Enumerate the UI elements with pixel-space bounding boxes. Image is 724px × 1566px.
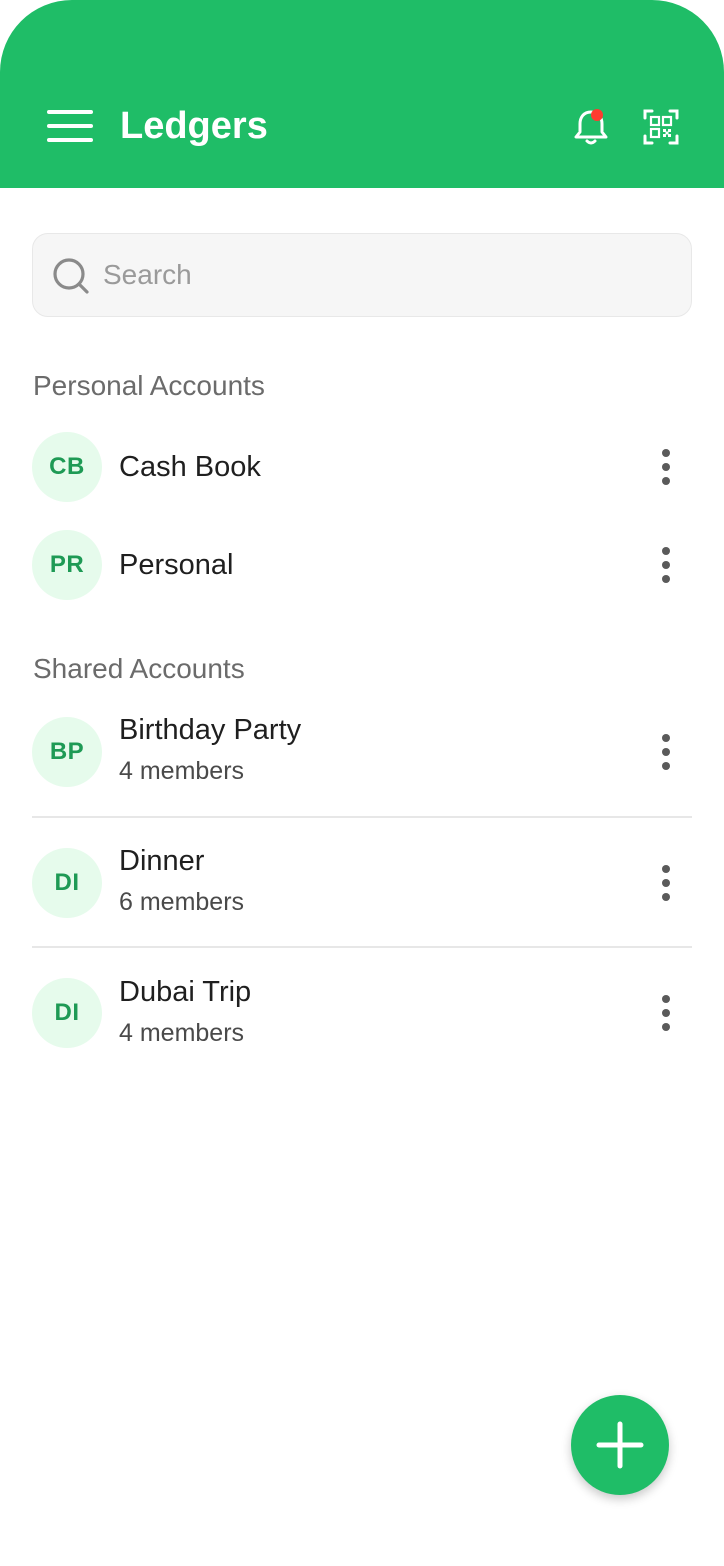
account-row-birthday-party[interactable]: BP Birthday Party 4 members: [32, 712, 692, 792]
account-name: Personal: [119, 549, 234, 581]
ledgers-screen: Ledgers Search Personal Accounts CB Cash…: [0, 0, 724, 1566]
account-row-dinner[interactable]: DI Dinner 6 members: [32, 843, 692, 923]
account-name: Dubai Trip: [119, 976, 252, 1008]
search-icon: [53, 258, 89, 294]
avatar: CB: [32, 432, 102, 502]
menu-button[interactable]: [40, 102, 100, 150]
avatar: DI: [32, 848, 102, 918]
kebab-menu-icon: [662, 995, 670, 1003]
notifications-button[interactable]: [568, 104, 614, 150]
app-header: Ledgers: [0, 0, 724, 188]
divider: [32, 816, 692, 818]
member-count: 4 members: [119, 1019, 245, 1047]
bell-icon: [574, 109, 608, 145]
more-options-button[interactable]: [652, 860, 680, 906]
more-options-button[interactable]: [652, 729, 680, 775]
scan-qr-button[interactable]: [638, 104, 684, 150]
qr-scan-icon: [643, 109, 679, 145]
kebab-menu-icon: [662, 449, 670, 457]
account-name: Cash Book: [119, 451, 261, 483]
more-options-button[interactable]: [652, 990, 680, 1036]
shared-accounts-heading: Shared Accounts: [33, 653, 245, 684]
avatar: PR: [32, 530, 102, 600]
kebab-menu-icon: [662, 547, 670, 555]
account-row-cash-book[interactable]: CB Cash Book: [32, 432, 692, 502]
account-name: Birthday Party: [119, 714, 302, 746]
account-row-dubai-trip[interactable]: DI Dubai Trip 4 members: [32, 974, 692, 1054]
divider: [32, 946, 692, 948]
kebab-menu-icon: [662, 865, 670, 873]
search-bar[interactable]: [32, 233, 692, 317]
more-options-button[interactable]: [652, 444, 680, 490]
account-row-personal[interactable]: PR Personal: [32, 530, 692, 600]
search-input[interactable]: [103, 234, 673, 316]
kebab-menu-icon: [662, 734, 670, 742]
page-title: Ledgers: [120, 105, 268, 147]
more-options-button[interactable]: [652, 542, 680, 588]
add-ledger-button[interactable]: [571, 1395, 669, 1495]
hamburger-menu-icon: [47, 110, 93, 114]
member-count: 4 members: [119, 757, 245, 785]
notification-dot: [591, 109, 603, 121]
personal-accounts-heading: Personal Accounts: [33, 370, 265, 401]
member-count: 6 members: [119, 888, 245, 916]
avatar: BP: [32, 717, 102, 787]
plus-icon: [596, 1421, 644, 1469]
account-name: Dinner: [119, 845, 205, 877]
avatar: DI: [32, 978, 102, 1048]
